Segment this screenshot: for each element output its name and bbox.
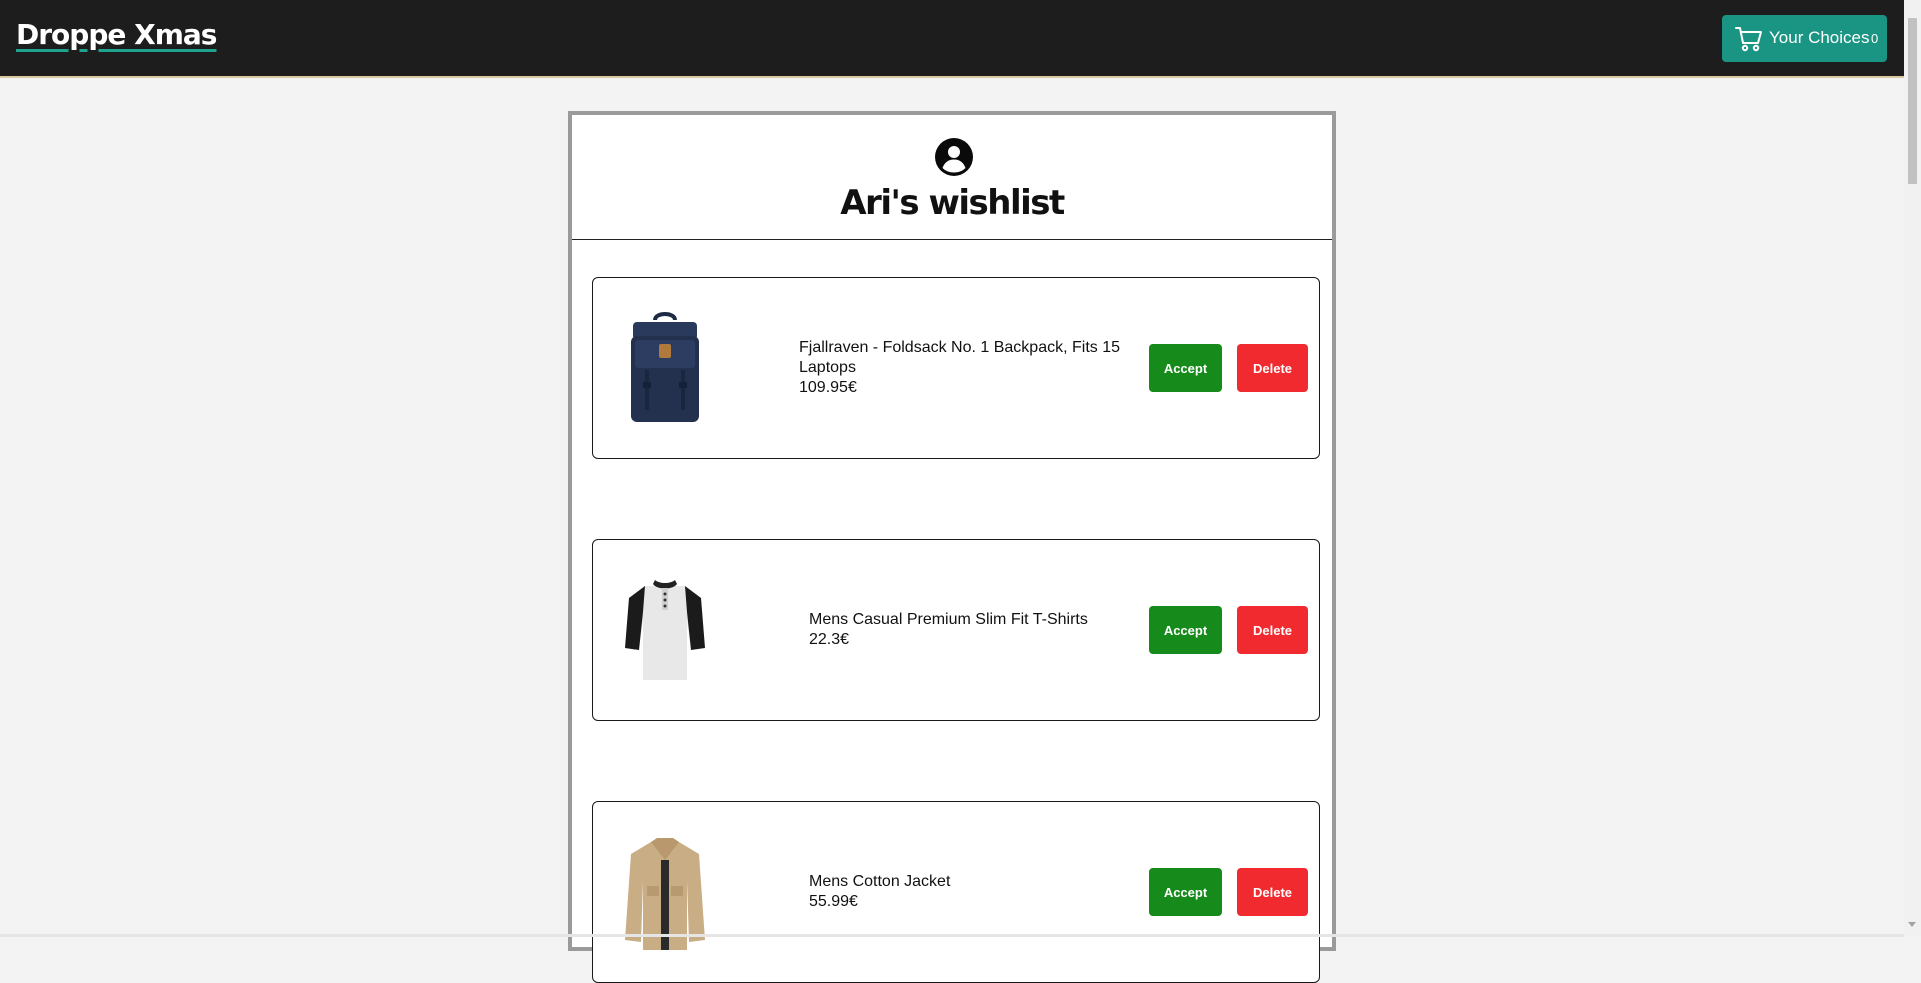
item-info: Mens Cotton Jacket 55.99€ [809, 802, 1139, 982]
accept-button[interactable]: Accept [1149, 344, 1222, 392]
jacket-product-image [625, 838, 705, 950]
accept-button[interactable]: Accept [1149, 606, 1222, 654]
your-choices-label: Your Choices [1769, 28, 1870, 47]
cart-count-badge: 0 [1871, 31, 1879, 46]
wishlist-item-tshirt: Mens Casual Premium Slim Fit T-Shirts 22… [592, 539, 1320, 721]
scroll-down-arrow-icon[interactable] [1908, 922, 1916, 927]
backpack-product-image [631, 312, 699, 422]
wishlist-title: Ari's wishlist [840, 183, 1065, 223]
accept-button[interactable]: Accept [1149, 868, 1222, 916]
user-circle-icon [935, 138, 973, 176]
wishlist-header: Ari's wishlist [572, 115, 1332, 240]
delete-button[interactable]: Delete [1237, 868, 1308, 916]
item-name: Mens Casual Premium Slim Fit T-Shirts [809, 611, 1088, 628]
item-name: Fjallraven - Foldsack No. 1 Backpack, Fi… [799, 339, 1121, 376]
item-price: 55.99€ [809, 893, 858, 910]
shopping-cart-icon [1735, 27, 1762, 52]
scrollbar-thumb[interactable] [1908, 18, 1917, 184]
brand-logo-link[interactable]: Droppe Xmas [16, 18, 217, 51]
delete-button[interactable]: Delete [1237, 606, 1308, 654]
wishlist-item-backpack: Fjallraven - Foldsack No. 1 Backpack, Fi… [592, 277, 1320, 459]
item-name: Mens Cotton Jacket [809, 873, 951, 890]
item-info: Fjallraven - Foldsack No. 1 Backpack, Fi… [799, 278, 1129, 458]
wishlist-panel: Ari's wishlist Fjallraven - Foldsack No.… [568, 111, 1336, 983]
tshirt-product-image [625, 580, 705, 680]
vertical-scrollbar[interactable] [1904, 0, 1921, 937]
item-price: 22.3€ [809, 631, 850, 648]
your-choices-button[interactable]: Your Choices 0 [1722, 15, 1887, 62]
item-info: Mens Casual Premium Slim Fit T-Shirts 22… [809, 540, 1139, 720]
wishlist-item-jacket: Mens Cotton Jacket 55.99€ Accept Delete [592, 801, 1320, 983]
top-navbar: Droppe Xmas Your Choices 0 [0, 0, 1904, 78]
item-price: 109.95€ [799, 379, 857, 396]
delete-button[interactable]: Delete [1237, 344, 1308, 392]
